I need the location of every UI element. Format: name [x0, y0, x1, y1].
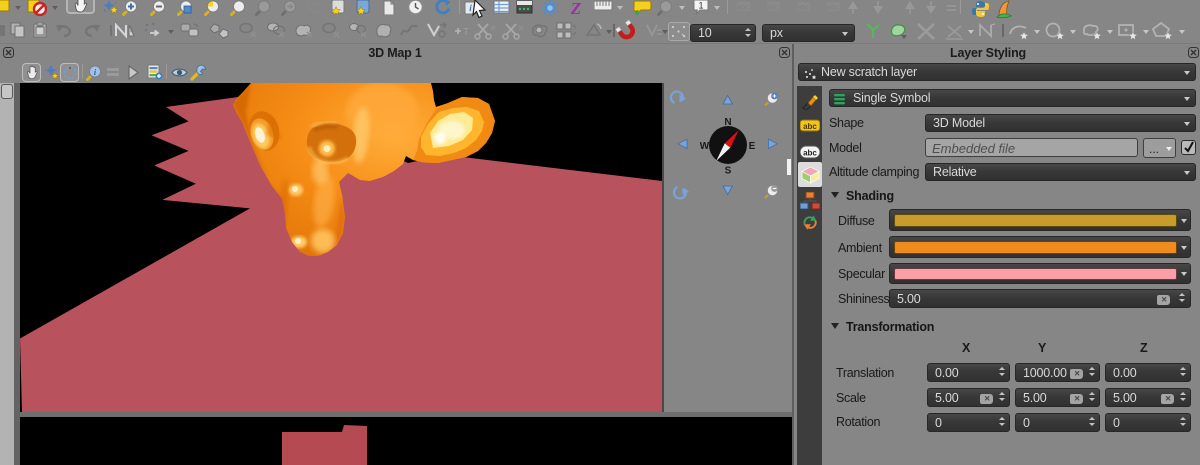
svg-text:abc: abc — [767, 5, 779, 12]
svg-text:abc: abc — [797, 5, 809, 12]
svg-text:abc: abc — [737, 5, 749, 12]
svg-text:W: W — [700, 141, 710, 152]
svg-text:Z: Z — [570, 0, 581, 16]
svg-text:N: N — [724, 117, 731, 128]
svg-text:S: S — [725, 166, 732, 177]
svg-text:1: 1 — [698, 1, 703, 11]
svg-text:abc: abc — [827, 5, 839, 12]
svg-text:abc: abc — [803, 122, 817, 131]
svg-text:E: E — [749, 141, 756, 152]
svg-text:abc: abc — [803, 149, 817, 158]
svg-text:T: T — [463, 27, 469, 38]
